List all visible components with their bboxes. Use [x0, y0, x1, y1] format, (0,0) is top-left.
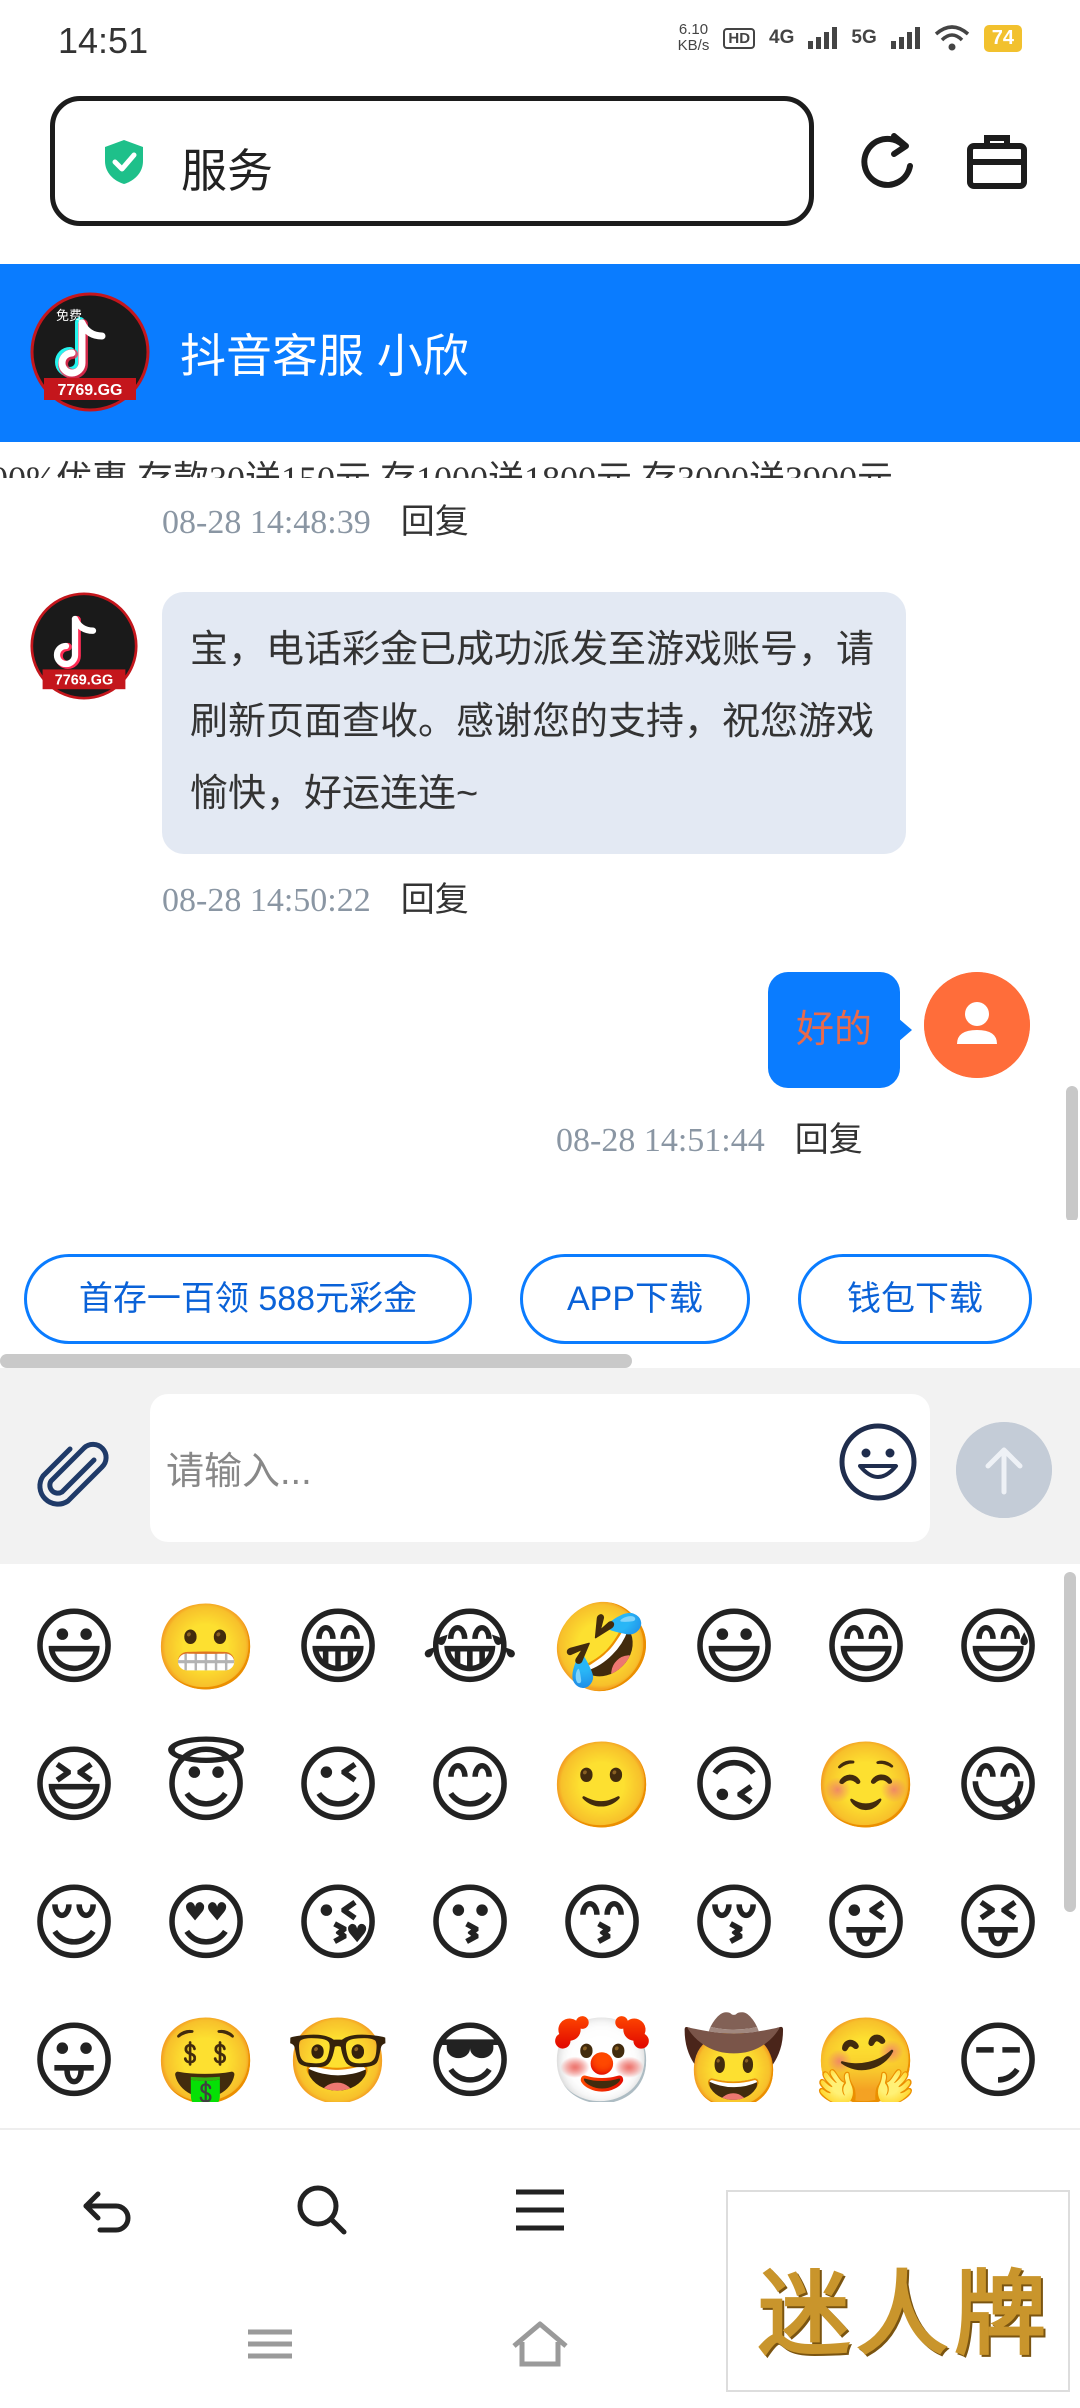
emoji-item[interactable]: 😃: [668, 1578, 800, 1716]
service-avatar-logo: 7769.GG: [30, 592, 138, 700]
emoji-item[interactable]: 😎: [404, 1992, 536, 2102]
signal-5g-label: 5G: [851, 27, 877, 48]
wallet-download-button[interactable]: 钱包下载: [798, 1254, 1032, 1344]
emoji-item[interactable]: 😉: [272, 1716, 404, 1854]
emoji-item[interactable]: 🤗: [800, 1992, 932, 2102]
signal-4g-label: 4G: [769, 27, 795, 48]
message-timestamp: 08-28 14:50:22: [162, 882, 371, 919]
refresh-icon[interactable]: [854, 128, 920, 194]
emoji-item[interactable]: 🤠: [668, 1992, 800, 2102]
outgoing-message-bubble[interactable]: 好的: [768, 972, 900, 1088]
emoji-item[interactable]: 😇: [140, 1716, 272, 1854]
promo-marquee: 00%优惠 存款30送150元 存1000送1800元 存3000送3900元: [0, 442, 1080, 478]
emoji-item[interactable]: 🤓: [272, 1992, 404, 2102]
emoji-item[interactable]: 😙: [536, 1854, 668, 1992]
reply-link[interactable]: 回复: [795, 1121, 863, 1159]
input-placeholder: 请输入...: [166, 1451, 312, 1493]
svg-text:7769.GG: 7769.GG: [58, 382, 123, 399]
message-input[interactable]: 请输入...: [150, 1394, 930, 1542]
message-meta: 08-28 14:48:39 回复: [162, 494, 469, 543]
status-time: 14:51: [58, 20, 149, 61]
send-button[interactable]: [956, 1422, 1052, 1518]
emoji-item[interactable]: 😛: [8, 1992, 140, 2102]
app-download-button[interactable]: APP下载: [520, 1254, 750, 1344]
message-meta: 08-28 14:50:22 回复: [162, 872, 469, 921]
briefcase-icon[interactable]: [964, 128, 1030, 194]
chat-header: 7769.GG 免费 抖音客服 小欣: [0, 264, 1080, 442]
emoji-item[interactable]: 😄: [800, 1578, 932, 1716]
chat-title: 抖音客服 小欣: [180, 330, 469, 382]
emoji-item[interactable]: 😚: [668, 1854, 800, 1992]
back-icon[interactable]: [76, 2178, 140, 2242]
signal-bars-icon: [808, 27, 838, 49]
emoji-panel: 😃 😬 😁 😂 🤣 😃 😄 😅 😆 😇 😉 😊 🙂 🙃 ☺️ 😋 😌 😍 😘 😗 😙 😚 😜 😝 😛 🤑 🤓 😎 🤡 🤠 🤗 😏: [0, 1564, 1080, 2102]
emoji-item[interactable]: 😆: [8, 1716, 140, 1854]
quick-actions-scrollbar[interactable]: [0, 1354, 632, 1368]
emoji-item[interactable]: 😃: [8, 1578, 140, 1716]
emoji-item[interactable]: 😘: [272, 1854, 404, 1992]
emoji-item[interactable]: 🤡: [536, 1992, 668, 2102]
quick-actions-bar: 首存一百领 588元彩金 APP下载 钱包下载: [0, 1220, 1080, 1356]
message-meta: 08-28 14:51:44 回复: [556, 1112, 863, 1161]
bubble-tail: [898, 1018, 912, 1042]
menu-icon[interactable]: [508, 2178, 572, 2242]
emoji-item[interactable]: 😅: [932, 1578, 1064, 1716]
chat-scrollbar[interactable]: [1066, 1086, 1078, 1222]
chat-area[interactable]: 08-28 14:48:39 回复 7769.GG 宝，电话彩金已成功派发至游戏账…: [0, 478, 1080, 1220]
status-icons: 6.10 KB/s HD 4G 5G 74: [678, 22, 1022, 54]
emoji-item[interactable]: 😗: [404, 1854, 536, 1992]
svg-text:免费: 免费: [56, 309, 82, 324]
message-timestamp: 08-28 14:48:39: [162, 504, 371, 541]
emoji-item[interactable]: 😊: [404, 1716, 536, 1854]
input-area: 请输入...: [0, 1368, 1080, 1564]
address-text: 服务: [181, 145, 273, 197]
emoji-item[interactable]: 😋: [932, 1716, 1064, 1854]
emoji-toggle-icon[interactable]: [838, 1422, 918, 1502]
incoming-message-bubble[interactable]: 宝，电话彩金已成功派发至游戏账号，请刷新页面查收。感谢您的支持，祝您游戏愉快，好…: [162, 592, 906, 854]
watermark-logo: 迷人牌: [726, 2190, 1070, 2392]
svg-text:7769.GG: 7769.GG: [55, 673, 113, 689]
emoji-item[interactable]: 😂: [404, 1578, 536, 1716]
emoji-item[interactable]: 😍: [140, 1854, 272, 1992]
network-speed: 6.10 KB/s: [677, 21, 710, 54]
wifi-icon: [934, 25, 969, 51]
emoji-item[interactable]: 🙂: [536, 1716, 668, 1854]
emoji-item[interactable]: 😁: [272, 1578, 404, 1716]
emoji-item[interactable]: 😌: [8, 1854, 140, 1992]
reply-link[interactable]: 回复: [401, 503, 469, 541]
emoji-item[interactable]: 🤣: [536, 1578, 668, 1716]
hd-voice-icon: HD: [723, 27, 756, 49]
emoji-item[interactable]: 😏: [932, 1992, 1064, 2102]
service-avatar-logo: 7769.GG 免费: [30, 292, 150, 412]
emoji-item[interactable]: ☺️: [800, 1716, 932, 1854]
emoji-scrollbar[interactable]: [1064, 1572, 1076, 1912]
emoji-grid: 😃 😬 😁 😂 🤣 😃 😄 😅 😆 😇 😉 😊 🙂 🙃 ☺️ 😋 😌 😍 😘 😗 😙 😚 😜 😝 😛 🤑 🤓 😎 🤡 🤠 🤗 😏: [8, 1578, 1056, 2102]
emoji-item[interactable]: 😝: [932, 1854, 1064, 1992]
marquee-text: 00%优惠 存款30送150元 存1000送1800元 存3000送3900元: [0, 450, 893, 478]
recent-apps-icon[interactable]: [238, 2312, 302, 2376]
first-deposit-button[interactable]: 首存一百领 588元彩金: [24, 1254, 472, 1344]
search-icon[interactable]: [290, 2178, 354, 2242]
emoji-item[interactable]: 😜: [800, 1854, 932, 1992]
address-bar[interactable]: 服务: [50, 96, 814, 226]
signal-bars-icon: [890, 27, 920, 49]
emoji-item[interactable]: 😬: [140, 1578, 272, 1716]
shield-check-icon: [105, 140, 143, 184]
emoji-item[interactable]: 🤑: [140, 1992, 272, 2102]
message-timestamp: 08-28 14:51:44: [556, 1122, 765, 1159]
status-bar: 14:51 6.10 KB/s HD 4G 5G 74: [0, 0, 1080, 86]
reply-link[interactable]: 回复: [401, 881, 469, 919]
watermark-text: 迷人牌: [758, 2260, 1053, 2368]
emoji-item[interactable]: 🙃: [668, 1716, 800, 1854]
paperclip-icon[interactable]: [36, 1440, 112, 1516]
battery-indicator: 74: [983, 24, 1022, 52]
home-icon[interactable]: [508, 2312, 572, 2376]
user-avatar-icon: [924, 972, 1030, 1078]
